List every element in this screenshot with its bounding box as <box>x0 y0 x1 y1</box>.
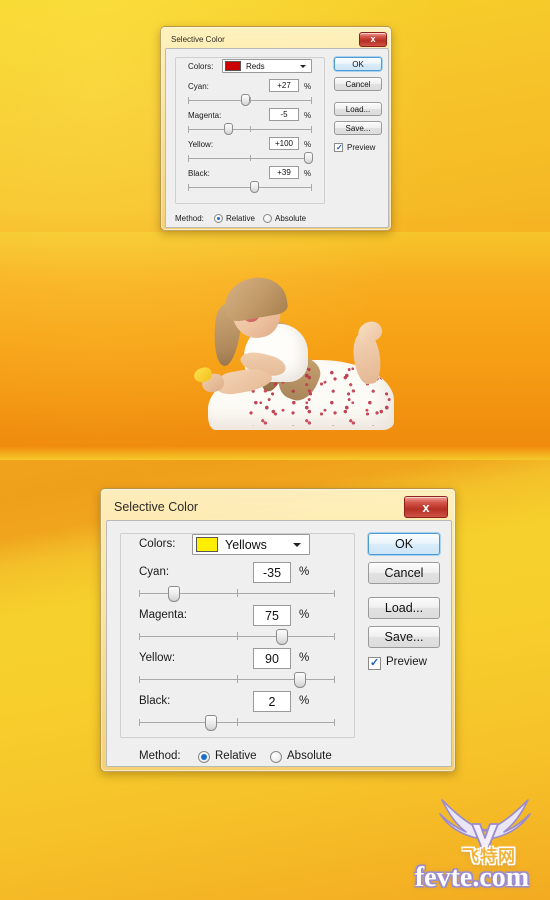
dialog-client-area: Colors: Yellows Cyan: -35 % Magenta: 75 … <box>106 520 452 767</box>
dialog-titlebar[interactable]: Selective Color x <box>165 31 387 48</box>
yellow-slider-center-tick <box>237 675 238 683</box>
cyan-input[interactable]: -35 <box>253 562 291 583</box>
save-button[interactable]: Save... <box>368 626 440 648</box>
selective-color-dialog-bottom[interactable]: Selective Color x Colors: Yellows Cyan: … <box>100 488 456 772</box>
magenta-input[interactable]: 75 <box>253 605 291 626</box>
cyan-unit: % <box>304 82 312 91</box>
black-slider-thumb[interactable] <box>250 181 259 193</box>
colors-selected-value: Reds <box>246 61 265 71</box>
method-relative-label: Relative <box>226 214 255 223</box>
color-swatch-icon <box>196 537 218 552</box>
cyan-label: Cyan: <box>188 82 209 91</box>
magenta-slider-center-tick <box>250 126 251 132</box>
colors-dropdown[interactable]: Yellows <box>192 534 310 555</box>
load-button[interactable]: Load... <box>368 597 440 619</box>
magenta-unit: % <box>299 609 310 621</box>
black-label: Black: <box>188 169 210 178</box>
yellow-unit: % <box>304 140 312 149</box>
yellow-slider-thumb[interactable] <box>304 152 313 164</box>
chevron-down-icon <box>300 65 306 68</box>
cyan-unit: % <box>299 566 310 578</box>
cyan-slider-thumb[interactable] <box>241 94 250 106</box>
black-input[interactable]: +39 <box>269 166 299 179</box>
yellow-label: Yellow: <box>139 652 176 664</box>
cyan-slider-center-tick <box>237 589 238 597</box>
girl-photo <box>186 272 426 445</box>
magenta-input[interactable]: -5 <box>269 108 299 121</box>
magenta-label: Magenta: <box>188 111 222 120</box>
cyan-input[interactable]: +27 <box>269 79 299 92</box>
black-unit: % <box>304 169 312 178</box>
method-label: Method: <box>175 214 204 223</box>
check-icon: ✓ <box>336 143 343 152</box>
yellow-input[interactable]: +100 <box>269 137 299 150</box>
magenta-unit: % <box>304 111 312 120</box>
close-icon[interactable]: x <box>404 496 448 518</box>
method-relative-radio[interactable] <box>198 751 210 763</box>
yellow-slider-thumb[interactable] <box>294 672 306 688</box>
dialog-titlebar[interactable]: Selective Color x <box>106 494 450 520</box>
black-label: Black: <box>139 695 171 707</box>
close-icon[interactable]: x <box>359 32 387 47</box>
chevron-down-icon <box>293 543 301 547</box>
magenta-label: Magenta: <box>139 609 187 621</box>
method-absolute-radio[interactable] <box>263 214 272 223</box>
dialog-title: Selective Color <box>171 35 225 44</box>
black-unit: % <box>299 695 310 707</box>
dialog-title: Selective Color <box>114 500 199 514</box>
method-absolute-radio[interactable] <box>270 751 282 763</box>
cyan-label: Cyan: <box>139 566 170 578</box>
colors-dropdown[interactable]: Reds <box>222 59 312 73</box>
cyan-slider-center-tick <box>250 97 251 103</box>
color-swatch-icon <box>225 61 241 71</box>
preview-checkbox[interactable]: ✓ <box>368 657 381 670</box>
cancel-button[interactable]: Cancel <box>368 562 440 584</box>
colors-selected-value: Yellows <box>225 537 267 552</box>
selective-color-dialog-top[interactable]: Selective Color x Colors: Reds Cyan: +27… <box>160 26 392 231</box>
preview-label: Preview <box>347 143 376 152</box>
cyan-slider-thumb[interactable] <box>168 586 180 602</box>
method-label: Method: <box>139 750 181 762</box>
method-relative-radio[interactable] <box>214 214 223 223</box>
method-absolute-label: Absolute <box>275 214 307 223</box>
ok-button[interactable]: OK <box>334 57 382 71</box>
ok-button[interactable]: OK <box>368 533 440 555</box>
dialog-client-area: Colors: Reds Cyan: +27 % Magenta: -5 % Y… <box>165 48 389 228</box>
method-absolute-label: Absolute <box>287 750 332 762</box>
colors-label: Colors: <box>188 62 214 71</box>
magenta-slider-thumb[interactable] <box>224 123 233 135</box>
load-button[interactable]: Load... <box>334 102 382 116</box>
save-button[interactable]: Save... <box>334 121 382 135</box>
colors-label: Colors: <box>139 538 176 550</box>
yellow-slider-center-tick <box>250 155 251 161</box>
black-slider-center-tick <box>237 718 238 726</box>
cancel-button[interactable]: Cancel <box>334 77 382 91</box>
magenta-slider-thumb[interactable] <box>276 629 288 645</box>
preview-checkbox[interactable]: ✓ <box>334 143 343 152</box>
check-icon: ✓ <box>370 657 380 669</box>
black-input[interactable]: 2 <box>253 691 291 712</box>
preview-label: Preview <box>386 656 427 668</box>
yellow-unit: % <box>299 652 310 664</box>
yellow-label: Yellow: <box>188 140 214 149</box>
magenta-slider-center-tick <box>237 632 238 640</box>
yellow-input[interactable]: 90 <box>253 648 291 669</box>
black-slider-thumb[interactable] <box>205 715 217 731</box>
method-relative-label: Relative <box>215 750 257 762</box>
